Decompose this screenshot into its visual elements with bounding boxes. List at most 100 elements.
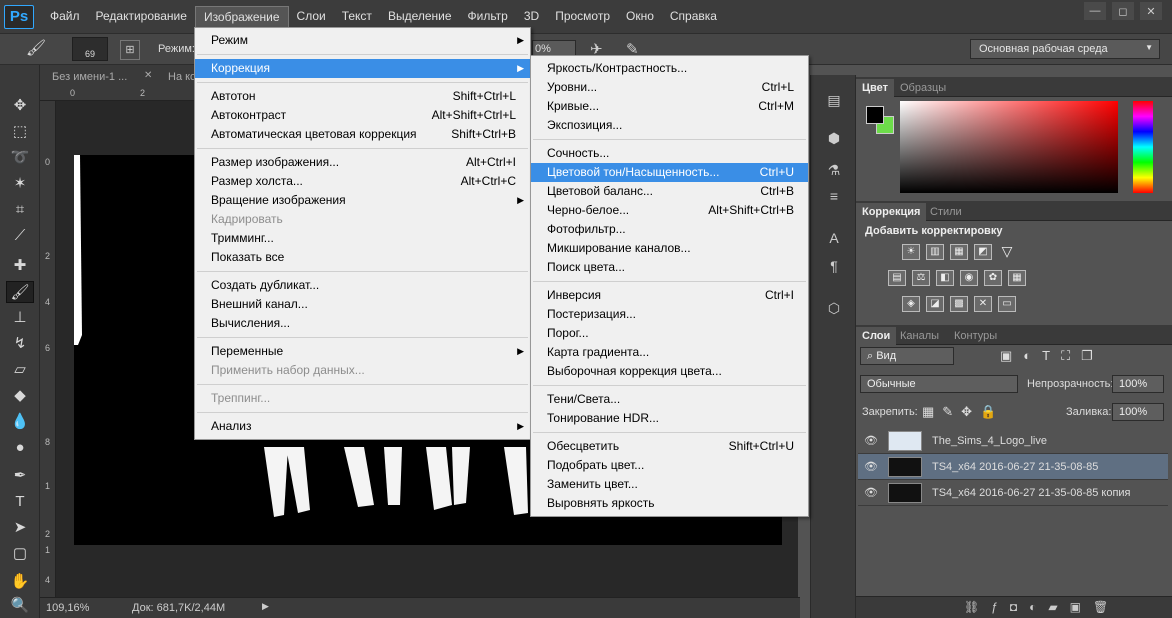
minimize-button[interactable]: — xyxy=(1084,2,1106,20)
menu-5[interactable]: Текст xyxy=(334,6,380,28)
menu-item[interactable]: Показать все xyxy=(195,248,530,267)
menu-item[interactable]: Инверсия Ctrl+I xyxy=(531,286,808,305)
exposure-icon[interactable]: ◩ xyxy=(974,244,992,260)
menu-item[interactable]: Внешний канал... xyxy=(195,295,530,314)
menu-item[interactable]: Черно-белое... Alt+Shift+Ctrl+B xyxy=(531,201,808,220)
tab-paths[interactable]: Контуры xyxy=(948,327,1003,345)
menu-item[interactable]: Цветовой баланс... Ctrl+B xyxy=(531,182,808,201)
zoom-level[interactable]: 109,16% xyxy=(46,602,89,614)
doc-tab-1[interactable]: Без имени-1 ... xyxy=(46,68,133,86)
menu-item[interactable]: Поиск цвета... xyxy=(531,258,808,277)
menu-11[interactable]: Справка xyxy=(662,6,725,28)
menu-item[interactable]: Карта градиента... xyxy=(531,343,808,362)
menu-item[interactable]: Автотон Shift+Ctrl+L xyxy=(195,87,530,106)
eye-icon[interactable]: 👁 xyxy=(864,486,878,499)
menu-item[interactable]: Сочность... xyxy=(531,144,808,163)
close-icon[interactable]: ✕ xyxy=(144,70,152,81)
menu-item[interactable]: Выровнять яркость xyxy=(531,494,808,513)
layer-opacity-field[interactable]: 100% xyxy=(1112,375,1164,393)
crop-tool-icon[interactable]: ⌗ xyxy=(6,199,34,221)
menu-item[interactable]: Заменить цвет... xyxy=(531,475,808,494)
menu-2[interactable]: Редактирование xyxy=(88,6,195,28)
posterize-icon[interactable]: ◪ xyxy=(926,296,944,312)
tab-adjustments[interactable]: Коррекция xyxy=(856,203,927,221)
tab-channels[interactable]: Каналы xyxy=(894,327,945,345)
pen-tool-icon[interactable]: ✒ xyxy=(6,465,34,487)
menu-item[interactable]: Вращение изображения ▶ xyxy=(195,191,530,210)
healing-brush-tool-icon[interactable]: ✚ xyxy=(6,255,34,277)
layer-action-icons[interactable]: ⛓ƒ◘◐▰▣🗑 xyxy=(964,600,1120,614)
eraser-tool-icon[interactable]: ▱ xyxy=(6,359,34,381)
layer-row[interactable]: 👁 TS4_x64 2016-06-27 21-35-08-85 копия xyxy=(858,480,1168,506)
marquee-tool-icon[interactable]: ⬚ xyxy=(6,121,34,143)
foreground-color-swatch[interactable] xyxy=(866,106,884,124)
menu-item[interactable]: Анализ ▶ xyxy=(195,417,530,436)
eye-icon[interactable]: 👁 xyxy=(864,434,878,447)
menu-item[interactable]: Тримминг... xyxy=(195,229,530,248)
menu-item[interactable]: Яркость/Контрастность... xyxy=(531,59,808,78)
menu-4[interactable]: Слои xyxy=(289,6,334,28)
photo-filter-icon[interactable]: ◉ xyxy=(960,270,978,286)
clone-stamp-tool-icon[interactable]: ⊥ xyxy=(6,307,34,329)
selective-color-icon[interactable]: ✕ xyxy=(974,296,992,312)
close-button[interactable]: ✕ xyxy=(1140,2,1162,20)
menu-item[interactable]: Постеризация... xyxy=(531,305,808,324)
gradient-map-icon[interactable]: ▭ xyxy=(998,296,1016,312)
paint-bucket-tool-icon[interactable]: ◆ xyxy=(6,385,34,407)
menu-item[interactable]: Цветовой тон/Насыщенность... Ctrl+U xyxy=(531,163,808,182)
menu-item[interactable]: Размер изображения... Alt+Ctrl+I xyxy=(195,153,530,172)
tab-swatches[interactable]: Образцы xyxy=(894,79,952,97)
menu-10[interactable]: Окно xyxy=(618,6,662,28)
character-icon[interactable]: A xyxy=(823,227,845,249)
zoom-tool-icon[interactable]: 🔍 xyxy=(6,595,34,617)
levels-icon[interactable]: ▥ xyxy=(926,244,944,260)
brush-panel-icon[interactable]: ⊞ xyxy=(120,40,140,60)
dodge-tool-icon[interactable]: ● xyxy=(6,437,34,459)
menu-item[interactable]: Кривые... Ctrl+M xyxy=(531,97,808,116)
hue-slider[interactable] xyxy=(1133,101,1153,193)
menu-item[interactable]: Тени/Света... xyxy=(531,390,808,409)
menu-item[interactable]: Размер холста... Alt+Ctrl+C xyxy=(195,172,530,191)
lasso-tool-icon[interactable]: ➰ xyxy=(6,147,34,169)
menu-8[interactable]: 3D xyxy=(516,6,547,28)
menu-item[interactable]: Вычисления... xyxy=(195,314,530,333)
fill-field[interactable]: 100% xyxy=(1112,403,1164,421)
hue-sat-icon[interactable]: ▤ xyxy=(888,270,906,286)
lock-icons[interactable]: ▦✎✥🔒 xyxy=(922,404,1004,420)
vibrance-icon[interactable]: ▽ xyxy=(998,244,1016,260)
tab-layers[interactable]: Слои xyxy=(856,327,897,345)
menu-item[interactable]: Тонирование HDR... xyxy=(531,409,808,428)
tab-styles[interactable]: Стили xyxy=(924,203,968,221)
menu-6[interactable]: Выделение xyxy=(380,6,460,28)
shape-tool-icon[interactable]: ▢ xyxy=(6,543,34,565)
menu-item[interactable]: Режим ▶ xyxy=(195,31,530,50)
menu-9[interactable]: Просмотр xyxy=(547,6,618,28)
blur-tool-icon[interactable]: 💧 xyxy=(6,411,34,433)
magic-wand-tool-icon[interactable]: ✶ xyxy=(6,173,34,195)
eye-icon[interactable]: 👁 xyxy=(864,460,878,473)
brush-size-picker[interactable]: 69 xyxy=(72,37,108,61)
paragraph-icon[interactable]: ¶ xyxy=(823,255,845,277)
brightness-icon[interactable]: ☀ xyxy=(902,244,920,260)
menu-item[interactable]: Экспозиция... xyxy=(531,116,808,135)
tab-color[interactable]: Цвет xyxy=(856,79,895,97)
menu-item[interactable]: Автоматическая цветовая коррекция Shift+C… xyxy=(195,125,530,144)
menu-item[interactable]: Фотофильтр... xyxy=(531,220,808,239)
menu-item[interactable]: Подобрать цвет... xyxy=(531,456,808,475)
menu-1[interactable]: Файл xyxy=(42,6,88,28)
invert-icon[interactable]: ◈ xyxy=(902,296,920,312)
color-balance-icon[interactable]: ⚖ xyxy=(912,270,930,286)
menu-item[interactable]: Порог... xyxy=(531,324,808,343)
move-tool-icon[interactable]: ✥ xyxy=(6,95,34,117)
eyedropper-tool-icon[interactable]: ⟋ xyxy=(6,225,34,247)
layer-row[interactable]: 👁 TS4_x64 2016-06-27 21-35-08-85 xyxy=(858,454,1168,480)
menu-item[interactable]: Микширование каналов... xyxy=(531,239,808,258)
3d-icon[interactable]: ⬢ xyxy=(823,127,845,149)
type-tool-icon[interactable]: T xyxy=(6,491,34,513)
hand-tool-icon[interactable]: ✋ xyxy=(6,571,34,593)
menu-item[interactable]: Коррекция ▶ xyxy=(195,59,530,78)
menu-3[interactable]: Изображение xyxy=(194,5,289,28)
menu-7[interactable]: Фильтр xyxy=(460,6,516,28)
layer-row[interactable]: 👁 The_Sims_4_Logo_live xyxy=(858,428,1168,454)
layer-filter-select[interactable]: ⌕ Вид xyxy=(860,347,954,365)
